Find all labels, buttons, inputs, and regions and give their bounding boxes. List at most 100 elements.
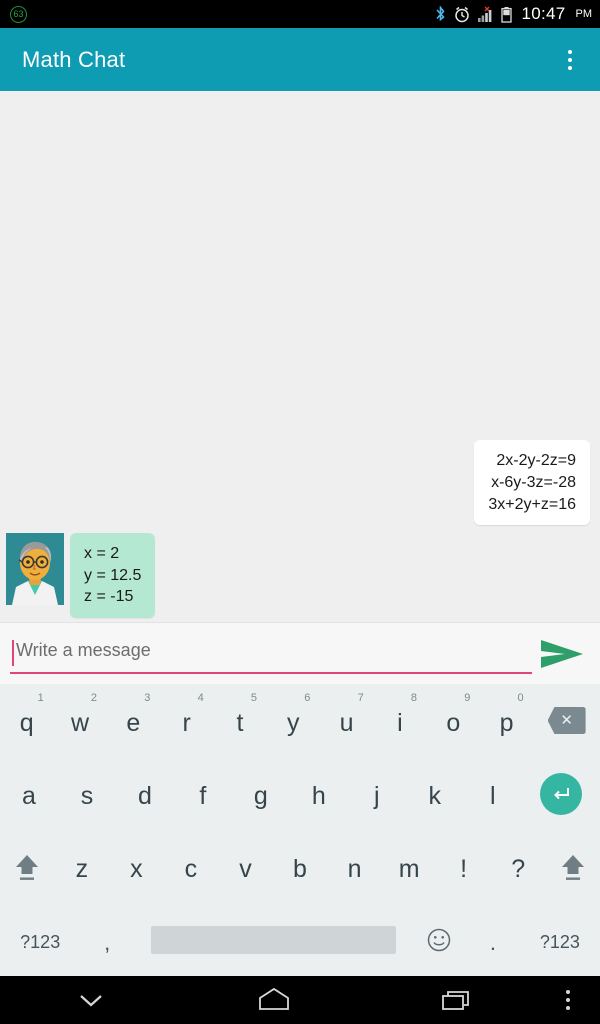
key-number: 4 bbox=[197, 692, 204, 704]
key-n[interactable]: n bbox=[327, 830, 382, 903]
key-exclamation[interactable]: ! bbox=[436, 830, 491, 903]
key-label: q bbox=[19, 709, 34, 737]
message-input-bar bbox=[0, 622, 600, 684]
recents-button[interactable] bbox=[365, 976, 548, 1024]
key-o[interactable]: 9 o bbox=[427, 684, 480, 757]
key-f[interactable]: f bbox=[174, 757, 232, 830]
key-label: m bbox=[398, 855, 420, 883]
key-label: i bbox=[397, 709, 403, 737]
hide-keyboard-icon bbox=[80, 995, 103, 1007]
key-s[interactable]: s bbox=[58, 757, 116, 830]
message-input[interactable] bbox=[10, 633, 532, 674]
alarm-icon bbox=[455, 6, 470, 22]
page-title: Math Chat bbox=[22, 46, 126, 72]
overflow-menu-icon[interactable] bbox=[558, 44, 582, 76]
backspace-key[interactable]: ✕ bbox=[533, 707, 600, 734]
keyboard-row-4: ?123 , . ?123 bbox=[0, 903, 600, 976]
symbols-key-left[interactable]: ?123 bbox=[0, 903, 80, 976]
on-screen-keyboard[interactable]: 1 q 2 w 3 e 4 r 5 t 6 y 7 u 8 i 9 o 0 p … bbox=[0, 684, 600, 976]
spacebar-surface bbox=[150, 925, 396, 954]
key-label: y bbox=[287, 709, 300, 737]
home-button[interactable] bbox=[183, 976, 366, 1024]
key-label: s bbox=[80, 782, 94, 810]
keyboard-row-1: 1 q 2 w 3 e 4 r 5 t 6 y 7 u 8 i 9 o 0 p … bbox=[0, 684, 600, 757]
key-b[interactable]: b bbox=[273, 830, 328, 903]
key-a[interactable]: a bbox=[0, 757, 58, 830]
key-u[interactable]: 7 u bbox=[320, 684, 373, 757]
dot bbox=[568, 65, 572, 70]
key-i[interactable]: 8 i bbox=[373, 684, 426, 757]
key-d[interactable]: d bbox=[116, 757, 174, 830]
chat-message-list[interactable]: 2x-2y-2z=9 x-6y-3z=-28 3x+2y+z=16 x = 2 … bbox=[0, 91, 600, 622]
avatar bbox=[6, 533, 64, 606]
app-root: 63 10:47 PM Math Chat 2x-2y-2z=9 x-6y-3z… bbox=[0, 0, 600, 1024]
key-p[interactable]: 0 p bbox=[480, 684, 533, 757]
home-icon bbox=[259, 987, 289, 1010]
space-key[interactable] bbox=[134, 903, 413, 976]
key-label: w bbox=[70, 709, 90, 737]
message-input-wrapper bbox=[10, 632, 532, 676]
dot bbox=[566, 990, 571, 994]
key-w[interactable]: 2 w bbox=[53, 684, 106, 757]
message-line: x-6y-3z=-28 bbox=[491, 474, 576, 492]
key-label: c bbox=[184, 855, 198, 883]
hide-keyboard-button[interactable] bbox=[0, 976, 183, 1024]
key-t[interactable]: 5 t bbox=[213, 684, 266, 757]
emoji-icon bbox=[428, 928, 451, 951]
key-label: v bbox=[239, 855, 252, 883]
send-button[interactable] bbox=[532, 629, 594, 679]
key-e[interactable]: 3 e bbox=[107, 684, 160, 757]
key-label: ?123 bbox=[539, 932, 580, 952]
key-label: b bbox=[293, 855, 307, 883]
shift-icon bbox=[16, 854, 39, 880]
key-label: j bbox=[374, 782, 380, 810]
text-caret bbox=[12, 639, 14, 666]
symbols-key-right[interactable]: ?123 bbox=[520, 903, 600, 976]
key-g[interactable]: g bbox=[232, 757, 290, 830]
key-label: u bbox=[339, 709, 354, 737]
key-l[interactable]: l bbox=[464, 757, 522, 830]
key-number: 3 bbox=[144, 692, 151, 704]
signal-bars-icon bbox=[478, 6, 492, 22]
key-h[interactable]: h bbox=[290, 757, 348, 830]
notification-count-badge: 63 bbox=[10, 5, 27, 23]
key-label: o bbox=[446, 709, 461, 737]
status-bar: 63 10:47 PM bbox=[0, 0, 600, 28]
key-c[interactable]: c bbox=[164, 830, 219, 903]
status-bar-right: 10:47 PM bbox=[434, 4, 592, 24]
nav-menu-icon[interactable] bbox=[548, 976, 588, 1024]
shift-key-left[interactable] bbox=[0, 830, 55, 903]
key-label: n bbox=[347, 855, 362, 883]
key-number: 1 bbox=[37, 692, 44, 704]
key-question[interactable]: ? bbox=[491, 830, 546, 903]
key-x[interactable]: x bbox=[109, 830, 164, 903]
enter-key[interactable] bbox=[522, 772, 600, 815]
key-number: 7 bbox=[357, 692, 364, 704]
shift-key-right[interactable] bbox=[545, 830, 600, 903]
message-bubble-outgoing[interactable]: 2x-2y-2z=9 x-6y-3z=-28 3x+2y+z=16 bbox=[474, 440, 590, 526]
key-j[interactable]: j bbox=[348, 757, 406, 830]
key-label: r bbox=[182, 709, 191, 737]
message-bubble-incoming[interactable]: x = 2 y = 12.5 z = -15 bbox=[70, 533, 156, 618]
dot bbox=[566, 1006, 571, 1010]
key-label: a bbox=[22, 782, 36, 810]
key-label: ? bbox=[511, 855, 526, 883]
key-label: h bbox=[311, 782, 326, 810]
emoji-key[interactable] bbox=[413, 903, 467, 976]
key-label: , bbox=[104, 929, 111, 955]
key-v[interactable]: v bbox=[218, 830, 273, 903]
key-number: 9 bbox=[464, 692, 471, 704]
key-label: e bbox=[126, 709, 141, 737]
key-q[interactable]: 1 q bbox=[0, 684, 53, 757]
key-r[interactable]: 4 r bbox=[160, 684, 213, 757]
key-y[interactable]: 6 y bbox=[267, 684, 320, 757]
key-m[interactable]: m bbox=[382, 830, 437, 903]
key-number: 6 bbox=[304, 692, 311, 704]
key-period[interactable]: . bbox=[466, 903, 520, 976]
keyboard-row-3: z x c v b n m ! ? bbox=[0, 830, 600, 903]
key-z[interactable]: z bbox=[55, 830, 110, 903]
send-icon bbox=[541, 639, 583, 668]
backspace-icon: ✕ bbox=[547, 707, 586, 734]
key-comma[interactable]: , bbox=[80, 903, 134, 976]
key-k[interactable]: k bbox=[406, 757, 464, 830]
